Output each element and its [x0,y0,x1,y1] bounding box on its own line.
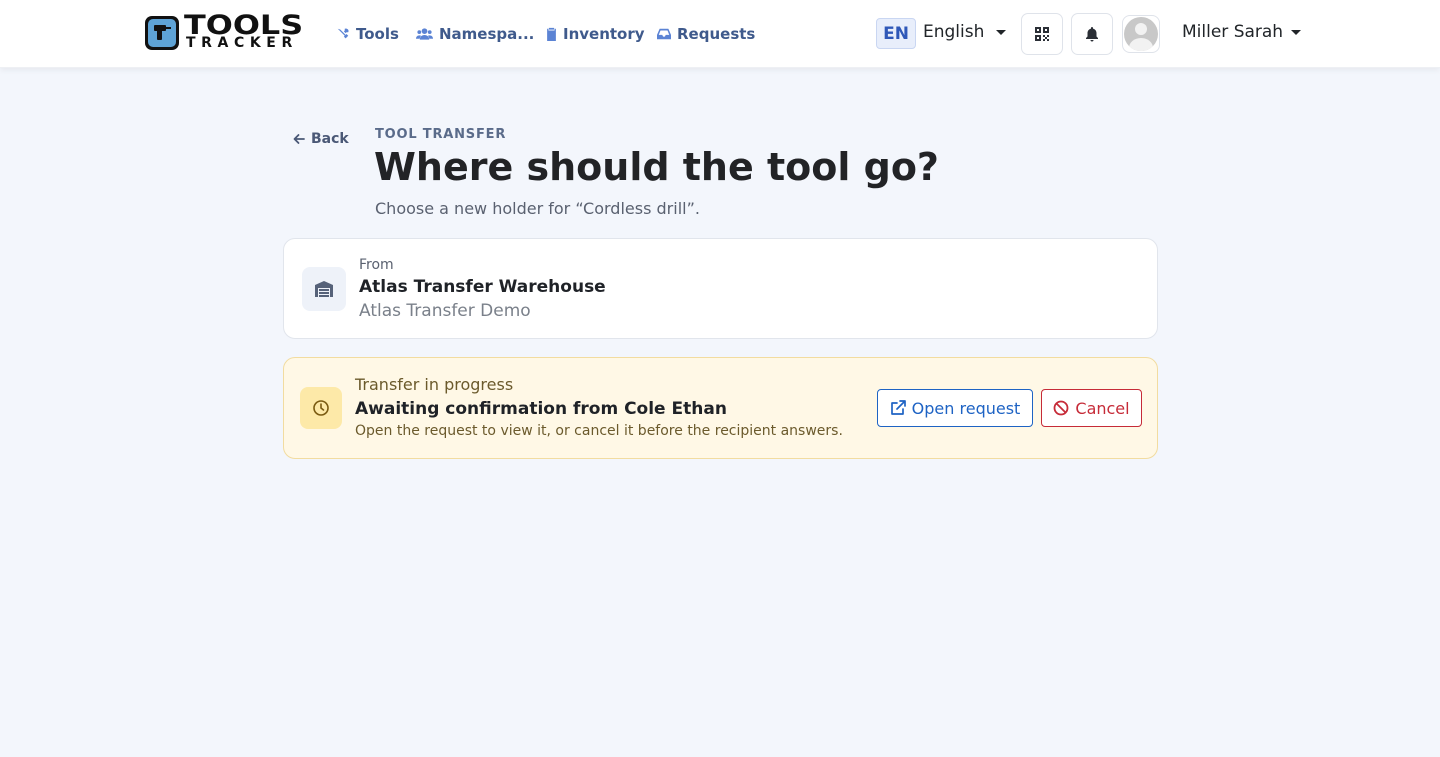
qr-scan-button[interactable] [1021,13,1063,55]
brand-logo[interactable]: TOOLS TRACKER [145,12,310,51]
page-title: Where should the tool go? [374,145,939,189]
nav-requests-label: Requests [677,25,756,43]
clock-icon [300,387,342,429]
transfer-status-title: Awaiting confirmation from Cole Ethan [355,399,727,419]
back-link[interactable]: Back [293,131,349,147]
avatar [1124,17,1158,51]
arrow-left-icon [293,134,305,144]
transfer-status-description: Open the request to view it, or cancel i… [355,423,843,439]
page-eyebrow: TOOL TRANSFER [375,127,507,142]
user-name: Miller Sarah [1182,22,1284,42]
ban-icon [1053,400,1069,416]
nav-namespaces[interactable]: Namespa... [416,24,534,44]
logo-text-tracker: TRACKER [186,35,298,51]
from-holder-name: Atlas Transfer Warehouse [359,277,606,297]
external-link-icon [890,400,906,415]
nav-inventory[interactable]: Inventory [546,24,645,44]
page-subtitle: Choose a new holder for “Cordless drill”… [375,199,700,218]
transfer-status-label: Transfer in progress [355,375,514,394]
warehouse-icon [302,267,346,311]
notifications-button[interactable] [1071,13,1113,55]
from-label: From [359,257,394,273]
back-label: Back [311,131,349,147]
nav-tools-label: Tools [356,25,399,43]
from-holder-card: From Atlas Transfer Warehouse Atlas Tran… [283,238,1158,339]
inbox-icon [657,28,671,40]
language-name: English [923,22,985,42]
transfer-status-card: Transfer in progress Awaiting confirmati… [283,357,1158,459]
language-dropdown[interactable]: English [923,22,1007,42]
from-holder-namespace: Atlas Transfer Demo [359,301,531,321]
chevron-down-icon [1291,29,1302,35]
cancel-label: Cancel [1075,398,1130,418]
logo-badge-icon [145,16,179,50]
chevron-down-icon [996,29,1007,35]
user-avatar-button[interactable] [1122,15,1160,53]
user-menu-dropdown[interactable]: Miller Sarah [1182,22,1302,42]
cancel-transfer-button[interactable]: Cancel [1041,389,1142,427]
open-request-button[interactable]: Open request [877,389,1033,427]
nav-namespaces-label: Namespa... [439,25,535,43]
nav-inventory-label: Inventory [563,25,645,43]
open-request-label: Open request [911,398,1021,418]
nav-tools[interactable]: Tools [336,24,399,44]
clipboard-icon [547,27,556,41]
tools-icon [337,28,349,39]
qr-code-icon [1035,27,1049,41]
users-icon [416,28,433,40]
top-navbar: TOOLS TRACKER Tools Namespa... Inventory… [0,0,1440,68]
language-code-badge[interactable]: EN [876,18,916,49]
nav-requests[interactable]: Requests [657,24,755,44]
bell-icon [1086,27,1098,42]
